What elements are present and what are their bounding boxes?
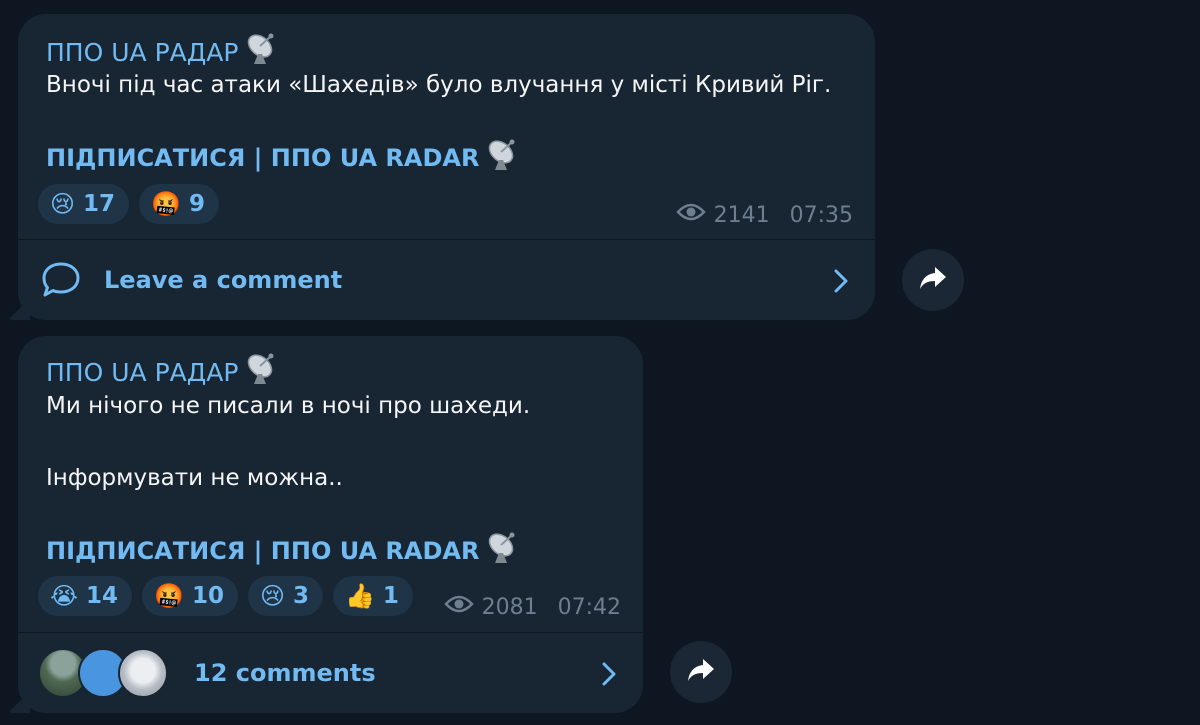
message-time: 07:42 — [557, 594, 621, 620]
message-text: Інформувати не можна.. — [46, 465, 343, 491]
comments-button[interactable]: 12 comments — [18, 633, 643, 713]
avatar — [118, 648, 168, 698]
reaction-cry[interactable]: 😢 3 — [247, 576, 324, 616]
share-arrow-icon — [686, 657, 716, 687]
loudly-crying-face-icon: 😭 — [50, 582, 79, 610]
cursing-face-icon: 🤬 — [154, 582, 184, 610]
reaction-count: 1 — [382, 583, 399, 609]
reaction-angry[interactable]: 🤬 10 — [142, 576, 238, 616]
message-meta: 2141 07:35 — [675, 202, 853, 228]
message-text: Ми нічого не писали в ночі про шахеди. — [46, 393, 531, 419]
commenter-avatars — [38, 648, 168, 698]
subscribe-label: ПІДПИСАТИСЯ | ППО UA RADAR — [46, 144, 480, 172]
reaction-cry[interactable]: 😢 17 — [38, 184, 130, 224]
crying-face-icon: 😢 — [50, 190, 76, 218]
reaction-count: 9 — [188, 191, 205, 217]
reaction-angry[interactable]: 🤬 9 — [139, 184, 219, 224]
message-bubble: ППО UA РАДАР Ми нічого не писали в ночі … — [8, 336, 643, 713]
reactions-bar: 😢 17 🤬 9 — [38, 184, 219, 224]
leave-comment-button[interactable]: Leave a comment — [18, 240, 875, 320]
reactions-bar: 😭 14 🤬 10 😢 3 👍 1 — [38, 576, 413, 616]
share-button[interactable] — [902, 249, 964, 311]
comment-label: Leave a comment — [104, 266, 343, 294]
view-count: 2081 — [481, 594, 538, 620]
share-button[interactable] — [670, 641, 732, 703]
reaction-count: 10 — [191, 583, 224, 609]
sender-name[interactable]: ППО UA РАДАР — [46, 32, 280, 72]
satellite-dish-icon — [485, 138, 521, 178]
eye-icon — [443, 594, 474, 620]
eye-icon — [675, 202, 706, 228]
message-bubble: ППО UA РАДАР Вночі під час атаки «Шахеді… — [8, 14, 875, 320]
view-count: 2141 — [713, 202, 770, 228]
subscribe-link[interactable]: ПІДПИСАТИСЯ | ППО UA RADAR — [46, 138, 521, 178]
share-arrow-icon — [918, 265, 948, 295]
message-time: 07:35 — [789, 202, 853, 228]
reaction-sob[interactable]: 😭 14 — [38, 576, 133, 616]
crying-face-icon: 😢 — [259, 582, 285, 610]
reaction-count: 17 — [83, 191, 116, 217]
reaction-count: 3 — [293, 583, 310, 609]
message-text: Вночі під час атаки «Шахедів» було влуча… — [46, 72, 832, 98]
subscribe-label: ПІДПИСАТИСЯ | ППО UA RADAR — [46, 537, 480, 565]
message-meta: 2081 07:42 — [443, 594, 621, 620]
comment-count-label: 12 comments — [194, 659, 376, 687]
thumbs-up-icon: 👍 — [345, 582, 375, 610]
satellite-dish-icon — [244, 32, 280, 72]
sender-name[interactable]: ППО UA РАДАР — [46, 352, 280, 392]
comment-bubble-icon — [40, 260, 82, 300]
sender-label: ППО UA РАДАР — [46, 357, 239, 387]
chevron-right-icon — [833, 268, 849, 298]
chevron-right-icon — [601, 661, 617, 691]
reaction-count: 14 — [86, 583, 119, 609]
satellite-dish-icon — [244, 352, 280, 392]
sender-label: ППО UA РАДАР — [46, 37, 239, 67]
subscribe-link[interactable]: ПІДПИСАТИСЯ | ППО UA RADAR — [46, 531, 521, 571]
cursing-face-icon: 🤬 — [151, 190, 181, 218]
satellite-dish-icon — [485, 531, 521, 571]
reaction-thumbs-up[interactable]: 👍 1 — [333, 576, 413, 616]
